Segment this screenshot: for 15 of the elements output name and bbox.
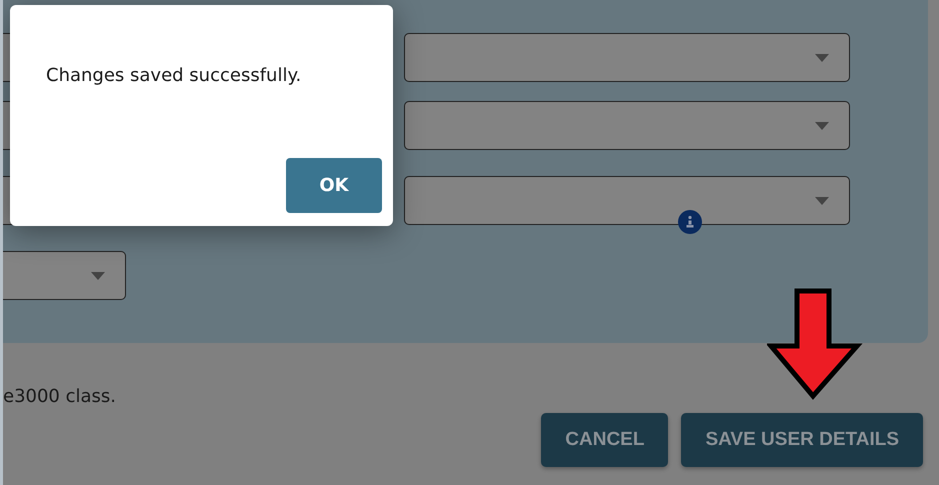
info-icon[interactable] — [678, 210, 702, 234]
caret-icon — [91, 272, 105, 280]
dropdown-field[interactable] — [404, 33, 850, 82]
ok-button[interactable]: OK — [286, 158, 382, 213]
dialog-message: Changes saved successfully. — [46, 65, 302, 86]
caret-icon — [815, 54, 829, 62]
caret-icon — [815, 122, 829, 130]
action-button[interactable]: SAVE USER DETAILS — [681, 413, 923, 467]
action-button[interactable]: CANCEL — [541, 413, 668, 467]
dropdown-field[interactable] — [404, 101, 850, 150]
down-arrow-icon — [767, 288, 863, 400]
caret-icon — [815, 197, 829, 205]
dropdown-field[interactable] — [3, 251, 126, 300]
dropdown-field[interactable] — [404, 176, 850, 225]
note-text: e3000 class. — [3, 385, 118, 409]
